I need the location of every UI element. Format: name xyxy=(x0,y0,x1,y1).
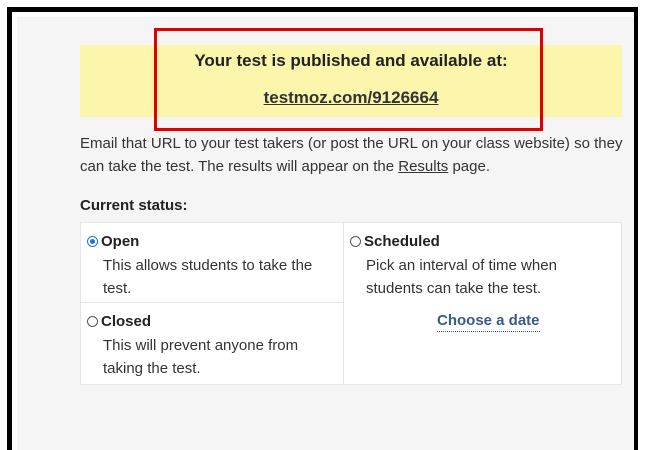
closed-radio[interactable] xyxy=(87,316,98,327)
open-option-header[interactable]: Open xyxy=(87,230,139,253)
status-option-scheduled[interactable]: Scheduled Pick an interval of time when … xyxy=(344,223,621,385)
open-radio[interactable] xyxy=(87,236,98,247)
closed-option-header[interactable]: Closed xyxy=(87,310,151,333)
scheduled-description: Pick an interval of time when students c… xyxy=(366,257,557,297)
scheduled-option-header[interactable]: Scheduled xyxy=(350,230,440,253)
status-options: Open This allows students to take the te… xyxy=(80,222,622,385)
instructions-after: page. xyxy=(448,158,490,175)
closed-label: Closed xyxy=(101,313,152,330)
status-option-open[interactable]: Open This allows students to take the te… xyxy=(81,223,344,303)
choose-date-link[interactable]: Choose a date xyxy=(437,311,540,332)
current-status-label: Current status: xyxy=(80,197,188,214)
test-url-link[interactable]: testmoz.com/9126664 xyxy=(80,88,622,108)
closed-description: This will prevent anyone from taking the… xyxy=(103,337,299,377)
scheduled-radio[interactable] xyxy=(350,236,361,247)
published-title: Your test is published and available at: xyxy=(194,51,508,70)
scheduled-label: Scheduled xyxy=(364,233,440,250)
instructions-before: Email that URL to your test takers (or p… xyxy=(80,135,623,175)
results-link[interactable]: Results xyxy=(398,158,448,175)
open-description: This allows students to take the test. xyxy=(103,257,313,297)
instructions-text: Email that URL to your test takers (or p… xyxy=(80,132,625,178)
status-option-closed[interactable]: Closed This will prevent anyone from tak… xyxy=(81,303,344,385)
open-label: Open xyxy=(101,233,140,250)
